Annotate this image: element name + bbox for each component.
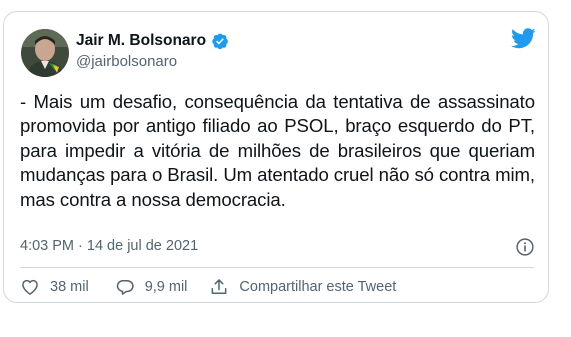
tweet-actions: 38 mil 9,9 mil Compartilhar este Tweet — [20, 277, 396, 297]
profile-photo-icon — [21, 29, 69, 77]
share-label: Compartilhar este Tweet — [239, 279, 397, 295]
like-button[interactable]: 38 mil — [20, 277, 89, 297]
reply-button[interactable]: 9,9 mil — [115, 277, 188, 297]
replies-count: 9,9 mil — [144, 279, 188, 295]
heart-icon — [22, 279, 38, 295]
tweet-text: - Mais um desafio, consequência da tenta… — [20, 91, 535, 210]
verified-badge-icon — [212, 33, 228, 50]
tweet-card[interactable]: Jair M. Bolsonaro @jairbolsonaro - Mais … — [3, 11, 549, 303]
author-name[interactable]: Jair M. Bolsonaro — [76, 32, 206, 50]
divider — [20, 267, 534, 268]
info-icon[interactable] — [514, 236, 536, 258]
share-icon — [211, 279, 227, 294]
twitter-bird-icon[interactable] — [511, 28, 536, 49]
tweet-timestamp[interactable]: 4:03 PM · 14 de jul de 2021 — [20, 238, 198, 254]
author-handle[interactable]: @jairbolsonaro — [76, 53, 177, 70]
avatar[interactable] — [21, 29, 69, 77]
share-button[interactable]: Compartilhar este Tweet — [209, 277, 396, 297]
reply-bubble-icon — [116, 280, 134, 295]
likes-count: 38 mil — [50, 279, 89, 295]
